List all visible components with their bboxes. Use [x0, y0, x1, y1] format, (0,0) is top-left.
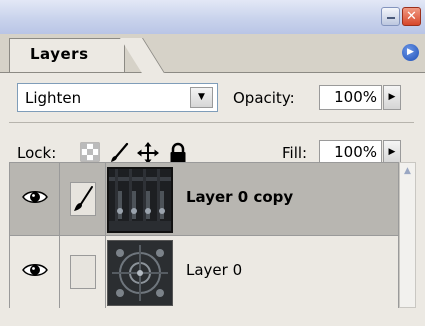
layer-row[interactable]: Layer 0 [10, 236, 398, 309]
slider-arrow-icon: ▶ [388, 147, 396, 157]
opacity-field[interactable]: 100% [319, 85, 382, 110]
layer-thumbnail [107, 167, 173, 233]
link-cell[interactable] [60, 236, 106, 308]
tab-row: Layers [0, 34, 425, 73]
flyout-menu-arrow-icon: ▶ [407, 47, 414, 57]
visibility-toggle[interactable] [10, 163, 60, 235]
tab-layers-label: Layers [30, 45, 89, 63]
close-button[interactable]: ✕ [402, 7, 421, 26]
chevron-down-icon: ▼ [198, 92, 205, 102]
lock-move-icon[interactable] [137, 142, 159, 164]
layers-scrollbar[interactable]: ▲ [399, 162, 416, 308]
lock-paint-brush-icon[interactable] [108, 142, 130, 164]
panel-titlebar[interactable]: ✕ [0, 0, 425, 34]
layer-name: Layer 0 copy [186, 188, 294, 206]
blend-mode-value: Lighten [25, 89, 82, 107]
minimize-button[interactable] [381, 7, 400, 26]
layer-thumbnail [107, 240, 173, 306]
link-cell[interactable] [60, 163, 106, 235]
lock-all-padlock-icon[interactable] [168, 142, 190, 164]
tab-slant-edge [120, 38, 165, 73]
visibility-toggle[interactable] [10, 236, 60, 308]
tab-layers[interactable]: Layers [9, 38, 165, 73]
blend-mode-dropdown-button[interactable]: ▼ [190, 87, 213, 108]
layer-name: Layer 0 [186, 261, 243, 279]
panel-footer [0, 308, 425, 326]
chevron-up-icon: ▲ [404, 166, 411, 176]
blend-mode-select[interactable]: Lighten ▼ [17, 83, 218, 112]
link-box [70, 255, 96, 289]
link-box [70, 182, 96, 216]
fill-label: Fill: [282, 144, 308, 162]
eye-icon [22, 191, 48, 203]
flyout-menu-button[interactable]: ▶ [402, 44, 419, 61]
lock-transparency-icon[interactable] [80, 142, 102, 164]
layers-list: Layer 0 copy Layer 0 [9, 162, 399, 309]
slider-arrow-icon: ▶ [388, 92, 396, 102]
divider [9, 122, 414, 123]
lock-label: Lock: [17, 144, 57, 162]
eye-icon [22, 264, 48, 276]
layers-panel: ✕ Layers ▶ Lighten ▼ Opacity: 100% ▶ Loc… [0, 0, 425, 326]
opacity-slider-button[interactable]: ▶ [383, 85, 401, 110]
layer-row-selected[interactable]: Layer 0 copy [10, 163, 398, 236]
brush-icon [74, 186, 93, 211]
opacity-label: Opacity: [233, 89, 295, 107]
scroll-up-button[interactable]: ▲ [400, 163, 415, 179]
